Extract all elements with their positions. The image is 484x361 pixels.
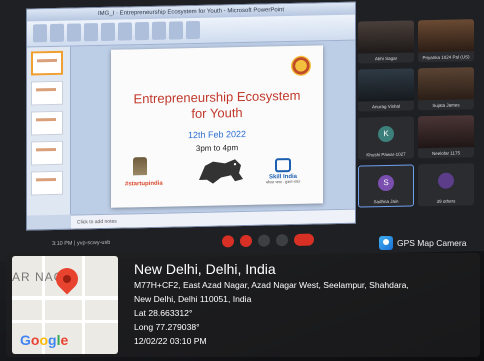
- participant-tile[interactable]: 39 others: [418, 163, 474, 207]
- slide-date: 12th Feb 2022: [187, 128, 247, 141]
- photo-frame: IMG_I · Entrepreneurship Ecosystem for Y…: [0, 0, 484, 361]
- skill-india-logo: Skill India कौशल भारत · कुशल भारत: [263, 158, 303, 186]
- participant-video: [418, 115, 474, 149]
- ribbon-button[interactable]: [118, 22, 132, 41]
- startup-india-logo: #startupindia: [125, 180, 163, 188]
- ribbon-button[interactable]: [169, 21, 183, 40]
- leave-call-button[interactable]: [294, 233, 314, 246]
- gps-map-camera-badge: GPS Map Camera: [379, 236, 466, 250]
- slide-title: Entrepreneurship Ecosystem for Youth: [111, 87, 323, 123]
- participant-name: Neelofar 1175: [432, 150, 460, 157]
- location-city: New Delhi, Delhi, India: [134, 261, 276, 277]
- camera-icon[interactable]: [240, 234, 252, 248]
- ribbon-button[interactable]: [33, 24, 47, 43]
- meeting-time-code: 3:10 PM | yvp-scwy-usb: [52, 239, 111, 248]
- location-address-line2: New Delhi, Delhi 110051, India: [134, 294, 252, 304]
- slide-thumbnail[interactable]: [31, 80, 63, 106]
- google-logo: Google: [20, 332, 69, 348]
- more-options-icon[interactable]: [276, 234, 288, 247]
- slide-canvas: Entrepreneurship Ecosystem for Youth 12t…: [71, 40, 355, 215]
- participant-name: 39 others: [436, 198, 456, 204]
- gps-camera-label: GPS Map Camera: [397, 238, 467, 248]
- participant-video: [358, 68, 414, 102]
- others-avatar-icon: [438, 172, 454, 189]
- slide-thumbnail[interactable]: [31, 50, 63, 76]
- slide-title-line1: Entrepreneurship Ecosystem: [133, 87, 301, 107]
- location-longitude: Long 77.279038°: [134, 322, 200, 332]
- participant-video: [358, 20, 414, 54]
- seal-logo-icon: [291, 55, 311, 77]
- participant-name: Sadhna Jain: [373, 198, 399, 205]
- location-datetime: 12/02/22 03:10 PM: [134, 336, 207, 346]
- ribbon-button[interactable]: [186, 20, 200, 40]
- participant-name: Anurag Vishal: [372, 103, 400, 110]
- participant-video: [418, 19, 474, 53]
- map-road: [12, 320, 118, 323]
- map-thumbnail: AR NAG Google: [12, 256, 118, 354]
- participant-name: Sujata James: [432, 102, 460, 109]
- ribbon-button[interactable]: [50, 23, 64, 43]
- laptop-screen: IMG_I · Entrepreneurship Ecosystem for Y…: [0, 0, 484, 262]
- location-info: New Delhi, Delhi, India M77H+CF2, East A…: [134, 260, 409, 348]
- slide-thumbnail[interactable]: [31, 140, 63, 166]
- participant-tile[interactable]: K Khushi Pawar-1027: [358, 116, 414, 160]
- ribbon-button[interactable]: [84, 23, 98, 42]
- map-pin-icon: [51, 263, 83, 295]
- participant-tile[interactable]: Abhi Sagar: [358, 20, 414, 64]
- present-icon[interactable]: [258, 234, 270, 247]
- gps-camera-icon: [379, 236, 393, 250]
- participant-tile[interactable]: Neelofar 1175: [418, 115, 474, 159]
- call-toolbar: 3:10 PM | yvp-scwy-usb: [26, 232, 356, 253]
- ribbon-button[interactable]: [101, 22, 115, 41]
- slide-thumbnail[interactable]: [31, 170, 63, 196]
- participant-name: Abhi Sagar: [374, 55, 398, 62]
- editor-body: Entrepreneurship Ecosystem for Youth 12t…: [27, 40, 355, 216]
- participant-tile[interactable]: Anurag Vishal: [358, 68, 414, 112]
- participant-tile[interactable]: Sujata James: [418, 67, 474, 111]
- ribbon-button[interactable]: [135, 21, 149, 41]
- location-address-line1: M77H+CF2, East Azad Nagar, Azad Nagar We…: [134, 280, 409, 290]
- skill-india-subtext: कौशल भारत · कुशल भारत: [265, 179, 301, 185]
- participants-panel: Abhi Sagar Priyanka 1024 Pal (US) Anurag…: [358, 11, 484, 224]
- map-road: [12, 296, 118, 300]
- avatar: S: [378, 174, 394, 192]
- slide-thumbnails: [27, 46, 71, 216]
- participant-tile[interactable]: S Sadhna Jain: [358, 164, 414, 208]
- powerpoint-window: IMG_I · Entrepreneurship Ecosystem for Y…: [26, 1, 356, 231]
- participant-tile[interactable]: Priyanka 1024 Pal (US): [418, 19, 474, 63]
- make-in-india-lion-icon: [199, 159, 243, 184]
- avatar: K: [378, 125, 394, 143]
- current-slide[interactable]: Entrepreneurship Ecosystem for Youth 12t…: [111, 45, 323, 208]
- location-latitude: Lat 28.663312°: [134, 308, 193, 318]
- ribbon-button[interactable]: [67, 23, 81, 42]
- slide-thumbnail[interactable]: [31, 110, 63, 136]
- participant-video: [418, 67, 474, 101]
- skill-india-icon: [275, 158, 291, 173]
- map-road: [82, 256, 85, 354]
- emblem-icon: [133, 157, 147, 176]
- participant-name: Khushi Pawar-1027: [366, 151, 406, 158]
- participant-name: Priyanka 1024 Pal (US): [422, 54, 470, 61]
- microphone-icon[interactable]: [222, 235, 234, 248]
- slide-title-line2: for Youth: [191, 105, 243, 122]
- ribbon-button[interactable]: [152, 21, 166, 40]
